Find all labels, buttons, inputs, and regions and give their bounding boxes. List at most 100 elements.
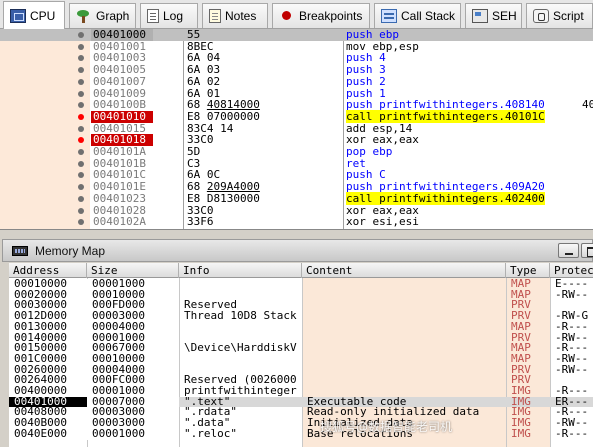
cell-protection: -R---: [555, 386, 589, 397]
script-icon: [533, 9, 549, 23]
memory-map-table[interactable]: Address Size Info Content Type Protec 00…: [9, 263, 593, 447]
breakpoint-slot-icon[interactable]: [78, 219, 84, 226]
minimize-button[interactable]: [558, 243, 579, 258]
memory-map-titlebar[interactable]: Memory Map: [2, 239, 593, 262]
maximize-button[interactable]: [581, 243, 593, 258]
cell-address: 00150000: [9, 343, 87, 354]
cell-protection: -RW-G: [555, 311, 589, 322]
cell-type: IMG: [511, 386, 531, 397]
disasm-row[interactable]: 00401005 6A 03 push 3: [0, 64, 593, 76]
table-row[interactable]: 00030000 000FD000 Reserved PRV: [9, 300, 593, 312]
table-row[interactable]: 00408000 00003000 ".rdata" Read-only initia…: [9, 407, 593, 419]
cell-size: 00007000: [87, 396, 179, 408]
table-row[interactable]: 00400000 00001000 printfwithinteger IMG -R--…: [9, 386, 593, 397]
tab-cpu[interactable]: CPU: [3, 1, 65, 29]
cell-size: 00001000: [87, 332, 179, 344]
col-header-content[interactable]: Content: [302, 263, 506, 278]
table-row[interactable]: 0040B000 00003000 ".data" Initialized data I…: [9, 418, 593, 429]
disasm-row[interactable]: 00401000 55 push ebp: [0, 29, 593, 41]
table-row[interactable]: 00010000 00001000 MAP E----: [9, 279, 593, 290]
cell-type: MAP: [511, 353, 531, 365]
table-header: Address Size Info Content Type Protec: [9, 263, 593, 278]
breakpoint-icon[interactable]: [78, 113, 84, 120]
cell-address: 00020000: [9, 289, 87, 301]
cell-type: MAP: [511, 289, 531, 301]
breakpoint-slot-icon[interactable]: [78, 78, 84, 85]
memory-map-icon: [12, 246, 28, 256]
breakpoint-slot-icon[interactable]: [78, 184, 84, 191]
cpu-icon: [10, 8, 26, 23]
cell-info: Reserved: [184, 300, 237, 312]
tab-notes[interactable]: Notes: [202, 3, 268, 28]
col-header-info[interactable]: Info: [179, 263, 302, 278]
disasm-row[interactable]: 00401015 83C4 14 add esp,14: [0, 122, 593, 135]
table-row[interactable]: 00264000 000FC000 Reserved (0026000 PRV: [9, 375, 593, 386]
cell-address: 00401000: [9, 396, 87, 408]
disasm-row[interactable]: 0040101A 5D pop ebp: [0, 146, 593, 158]
breakpoint-icon[interactable]: [78, 137, 84, 144]
disasm-row[interactable]: 00401018 33C0 xor eax,eax: [0, 134, 593, 146]
breakpoint-slot-icon[interactable]: [78, 149, 84, 155]
cell-protection: -R---: [555, 428, 589, 440]
tab-call-stack[interactable]: Call Stack: [374, 3, 461, 28]
tab-script[interactable]: Script: [526, 3, 593, 28]
table-row[interactable]: 00260000 00004000 PRV -RW--: [9, 364, 593, 376]
breakpoint-slot-icon[interactable]: [78, 125, 84, 132]
disassembly-view[interactable]: 00401000 55 push ebp 00401001 8BEC mov ebp,es…: [0, 29, 593, 230]
breakpoint-slot-icon[interactable]: [78, 207, 84, 214]
breakpoint-slot-icon[interactable]: [78, 55, 84, 62]
cell-size: 00003000: [87, 311, 179, 322]
cell-address: 0012D000: [9, 311, 87, 322]
disasm-row[interactable]: 00401007 6A 02 push 2: [0, 75, 593, 88]
cell-info: Reserved (0026000: [184, 375, 297, 386]
tab-log[interactable]: Log: [140, 3, 198, 28]
breakpoint-slot-icon[interactable]: [78, 67, 84, 74]
cell-content: Read-only initialized data: [307, 407, 480, 419]
cell-address: 00140000: [9, 332, 87, 344]
breakpoint-slot-icon[interactable]: [78, 90, 84, 97]
disasm-row[interactable]: 00401023 E8 D8130000 call printfwithintege…: [0, 191, 593, 205]
cell-protection: -R---: [555, 343, 589, 354]
disasm-row[interactable]: 00401028 33C0 xor eax,eax: [0, 204, 593, 217]
table-row[interactable]: 0040E000 00001000 ".reloc" Base relocations…: [9, 428, 593, 440]
seh-icon: [472, 9, 488, 23]
cell-address: 00260000: [9, 364, 87, 376]
cell-size: 000FD000: [87, 300, 179, 312]
disasm-row[interactable]: 00401001 8BEC mov ebp,esp: [0, 40, 593, 53]
disasm-row[interactable]: 0040102A 33F6 xor esi,esi: [0, 216, 593, 228]
col-header-type[interactable]: Type: [506, 263, 550, 278]
table-row[interactable]: 00130000 00004000 MAP -R---: [9, 321, 593, 333]
bytes-text: 33F6: [187, 215, 214, 229]
disasm-row[interactable]: 00401010 E8 07000000 call printfwithintege…: [0, 109, 593, 123]
breakpoint-slot-icon[interactable]: [78, 32, 84, 38]
table-row[interactable]: 00140000 00001000 PRV -RW--: [9, 332, 593, 344]
table-row[interactable]: 00020000 00010000 MAP -RW--: [9, 289, 593, 301]
col-header-size[interactable]: Size: [87, 263, 179, 278]
comment-column-text: 40: [582, 98, 593, 112]
cell-address: 0040E000: [9, 428, 87, 440]
cell-protection: -RW--: [555, 332, 589, 344]
col-header-protection[interactable]: Protec: [550, 263, 593, 278]
cell-protection: ER---: [555, 396, 589, 408]
cell-type: IMG: [511, 418, 531, 429]
table-row[interactable]: 00150000 00067000 \Device\HarddiskV MAP -R--…: [9, 343, 593, 354]
breakpoint-slot-icon[interactable]: [78, 160, 84, 167]
tab-seh[interactable]: SEH: [465, 3, 522, 28]
cell-size: 00003000: [87, 407, 179, 419]
col-header-address[interactable]: Address: [9, 263, 87, 278]
disasm-row[interactable]: 00401003 6A 04 push 4: [0, 52, 593, 64]
breakpoint-slot-icon[interactable]: [78, 172, 84, 179]
table-row[interactable]: 0012D000 00003000 Thread 10D8 Stack PRV -RW-…: [9, 311, 593, 322]
memory-map-window: Memory Map Address Size Info Content Typ…: [0, 232, 593, 447]
breakpoint-slot-icon[interactable]: [78, 195, 84, 202]
cell-address: 0040B000: [9, 418, 87, 429]
disasm-row[interactable]: 0040101B C3 ret: [0, 157, 593, 170]
cell-protection: -RW--: [555, 353, 589, 365]
table-row[interactable]: 001C0000 00010000 MAP -RW--: [9, 353, 593, 365]
breakpoint-slot-icon[interactable]: [78, 43, 84, 50]
breakpoint-slot-icon[interactable]: [78, 102, 84, 109]
tab-breakpoints[interactable]: Breakpoints: [272, 3, 370, 28]
tab-graph[interactable]: Graph: [69, 3, 136, 28]
watermark: 搜狐号@数据智能老司机: [320, 420, 453, 434]
table-row[interactable]: 00401000 00007000 ".text" Executable code IM…: [9, 396, 593, 408]
